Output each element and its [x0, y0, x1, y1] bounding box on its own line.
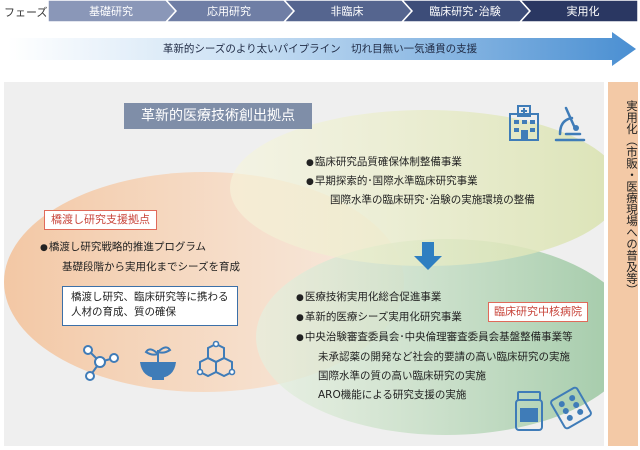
- molecule-icon: [83, 345, 119, 381]
- phase-label: フェーズ: [4, 6, 48, 19]
- core-item: 革新的医療シーズ実用化研究事業: [296, 310, 573, 325]
- pill-pack-icon: [550, 386, 592, 430]
- phase-label-text: 基礎研究: [89, 4, 133, 18]
- medicine-bottle-icon: [515, 391, 543, 431]
- bridge-label: 橋渡し研究支援拠点: [44, 210, 157, 230]
- quality-item: 臨床研究品質確保体制整備事業: [306, 155, 535, 170]
- phase-label-text: 実用化: [567, 4, 600, 18]
- core-list: 医療技術実用化総合促進事業 革新的医療シーズ実用化研究事業 中央治験審査委員会･…: [296, 290, 573, 402]
- microscope-icon: [554, 106, 586, 142]
- phase-bar: 基礎研究 応用研究 非臨床 臨床研究･治験 実用化: [48, 0, 639, 23]
- sprout-bowl-icon: [140, 346, 176, 380]
- training-box: 橋渡し研究、臨床研究等に携わる 人材の育成、質の確保: [62, 286, 238, 326]
- phase-label-text: 臨床研究･治験: [429, 4, 501, 18]
- bridge-item: 基礎段階から実用化までシーズを育成: [62, 261, 240, 273]
- training-line: 人材の育成、質の確保: [71, 306, 176, 318]
- quality-item: 早期探索的･国際水準臨床研究事業: [306, 174, 535, 189]
- training-line: 橋渡し研究、臨床研究等に携わる: [71, 291, 229, 303]
- core-item: 中央治験審査委員会･中央倫理審査委員会基盤整備事業等: [296, 330, 573, 345]
- quality-list: 臨床研究品質確保体制整備事業 早期探索的･国際水準臨床研究事業 国際水準の臨床研…: [306, 155, 535, 207]
- hub-title: 革新的医療技術創出拠点: [124, 103, 312, 129]
- core-item: 国際水準の質の高い臨床研究の実施: [318, 370, 486, 382]
- phase-label-text: 応用研究: [207, 4, 251, 18]
- phase-label-text: 非臨床: [331, 4, 364, 18]
- core-item: 未承認薬の開発など社会的要請の高い臨床研究の実施: [318, 351, 570, 363]
- hospital-icon: [509, 105, 539, 141]
- chemical-structure-icon: [196, 340, 236, 378]
- side-panel-text: 実用化（市販・医療現場への普及等）: [625, 100, 639, 296]
- bridge-item: 橋渡し研究戦略的推進プログラム: [40, 240, 240, 255]
- core-item: 医療技術実用化総合促進事業: [296, 290, 573, 305]
- bridge-list: 橋渡し研究戦略的推進プログラム 基礎段階から実用化までシーズを育成: [40, 240, 240, 274]
- pipeline-text: 革新的シーズのより太いパイプライン 切れ目無い一気通貫の支援: [162, 43, 478, 55]
- quality-item: 国際水準の臨床研究･治験の実施環境の整備: [330, 194, 535, 206]
